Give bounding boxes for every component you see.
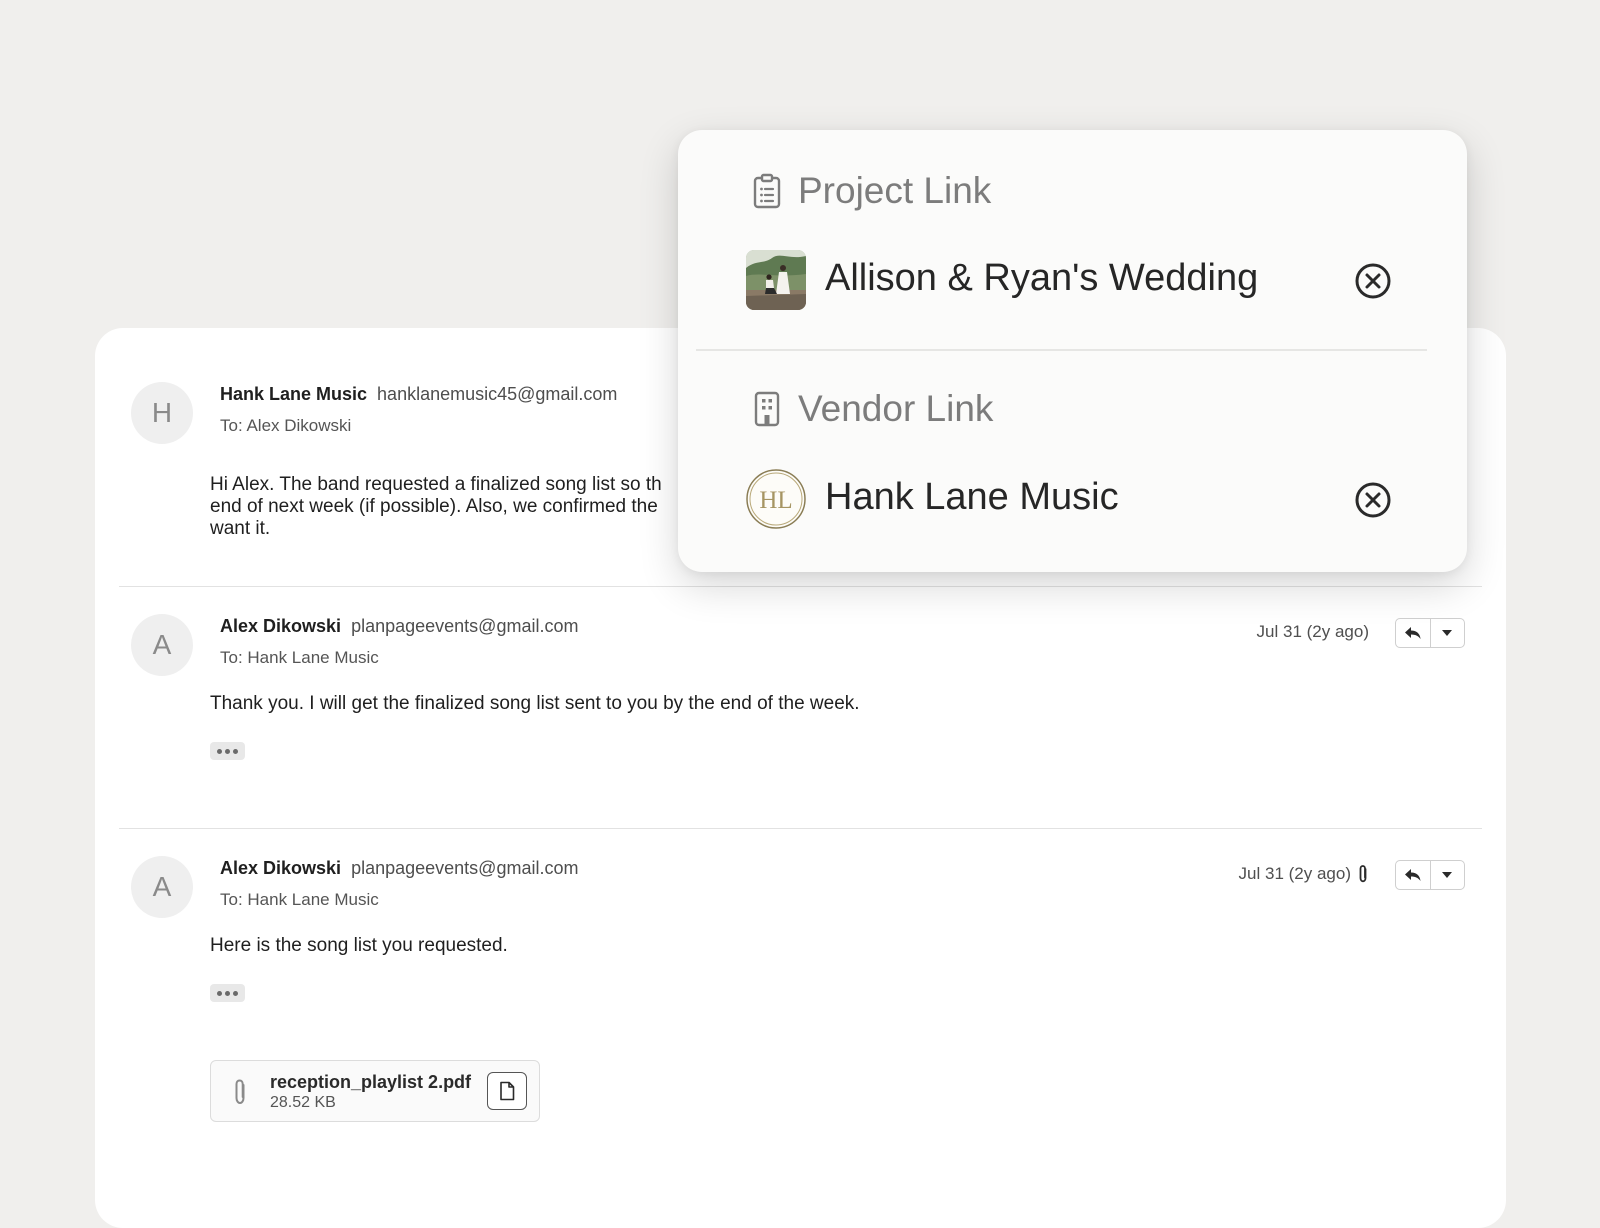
avatar: H	[131, 382, 193, 444]
message-body: Here is the song list you requested.	[210, 935, 508, 956]
caret-down-icon	[1442, 872, 1453, 878]
project-link-label: Project Link	[798, 170, 992, 211]
reply-options-dropdown[interactable]	[1429, 619, 1465, 647]
attachment-card[interactable]: reception_playlist 2.pdf 28.52 KB	[210, 1060, 540, 1122]
reply-options-dropdown[interactable]	[1429, 861, 1465, 889]
message-timestamp: Jul 31 (2y ago)	[1257, 622, 1369, 642]
avatar: A	[131, 856, 193, 918]
timestamp-text: Jul 31 (2y ago)	[1256, 622, 1369, 641]
vendor-link-name[interactable]: Hank Lane Music	[825, 476, 1119, 519]
vendor-logo-text: HL	[759, 487, 792, 514]
dot	[217, 990, 222, 996]
sender-line: Alex Dikowski planpageevents@gmail.com	[220, 616, 578, 637]
recipient-line: To: Hank Lane Music	[220, 890, 379, 909]
project-link-heading: Project Link	[751, 170, 991, 212]
attachment-indicator-icon	[1359, 865, 1367, 883]
sender-name[interactable]: Hank Lane Music	[220, 384, 367, 404]
sender-line: Hank Lane Music hanklanemusic45@gmail.com	[220, 384, 617, 405]
attachment-filename: reception_playlist 2.pdf	[270, 1072, 472, 1092]
message-body-line: want it.	[210, 518, 271, 539]
message-timestamp: Jul 31 (2y ago)	[1239, 864, 1369, 884]
vendor-logo: HL	[746, 469, 806, 529]
reply-button[interactable]	[1396, 619, 1430, 647]
sender-name[interactable]: Alex Dikowski	[220, 858, 341, 878]
dot	[225, 748, 230, 754]
dot	[225, 990, 230, 996]
paperclip-icon	[235, 1079, 245, 1105]
attachment-size: 28.52 KB	[270, 1094, 336, 1111]
project-thumbnail	[746, 250, 806, 310]
message-body-line: Hi Alex. The band requested a finalized …	[210, 474, 662, 495]
recipient-line: To: Alex Dikowski	[220, 416, 352, 435]
popover-divider	[696, 349, 1427, 351]
avatar: A	[131, 614, 193, 676]
show-quoted-text-button[interactable]	[210, 984, 245, 1002]
sender-email[interactable]: planpageevents@gmail.com	[351, 858, 578, 878]
message-divider	[119, 586, 1482, 587]
reply-button-group	[1395, 618, 1465, 648]
recipient-line: To: Hank Lane Music	[220, 648, 379, 667]
message-divider	[119, 828, 1482, 829]
message-body: Hi Alex. The band requested a finalized …	[210, 474, 662, 540]
sender-email[interactable]: planpageevents@gmail.com	[351, 616, 578, 636]
dot	[233, 990, 238, 996]
show-quoted-text-button[interactable]	[210, 742, 245, 760]
project-link-name[interactable]: Allison & Ryan's Wedding	[825, 257, 1258, 300]
message-body-line: end of next week (if possible). Also, we…	[210, 496, 658, 517]
project-link-row[interactable]: Allison & Ryan's Wedding	[746, 250, 1391, 312]
file-icon	[500, 1081, 515, 1101]
dot	[217, 748, 222, 754]
vendor-link-row[interactable]: HL Hank Lane Music	[746, 469, 1391, 531]
sender-email[interactable]: hanklanemusic45@gmail.com	[377, 384, 617, 404]
caret-down-icon	[1442, 630, 1453, 636]
timestamp-text: Jul 31 (2y ago)	[1238, 864, 1351, 883]
vendor-link-heading: Vendor Link	[751, 388, 993, 430]
reply-arrow-icon	[1404, 627, 1421, 639]
dot	[233, 748, 238, 754]
building-icon	[751, 391, 783, 427]
close-circle-icon	[1355, 263, 1391, 299]
sender-name[interactable]: Alex Dikowski	[220, 616, 341, 636]
clipboard-list-icon	[751, 173, 783, 209]
link-popover: Project Link Allison & Ryan's Wedding Ve…	[678, 130, 1467, 572]
open-file-button[interactable]	[487, 1072, 527, 1110]
vendor-link-label: Vendor Link	[798, 388, 994, 429]
remove-project-link-button[interactable]	[1354, 262, 1392, 300]
sender-line: Alex Dikowski planpageevents@gmail.com	[220, 858, 578, 879]
remove-vendor-link-button[interactable]	[1354, 481, 1392, 519]
close-circle-icon	[1355, 482, 1391, 518]
reply-arrow-icon	[1404, 869, 1421, 881]
reply-button-group	[1395, 860, 1465, 890]
reply-button[interactable]	[1396, 861, 1430, 889]
message-body: Thank you. I will get the finalized song…	[210, 693, 860, 714]
